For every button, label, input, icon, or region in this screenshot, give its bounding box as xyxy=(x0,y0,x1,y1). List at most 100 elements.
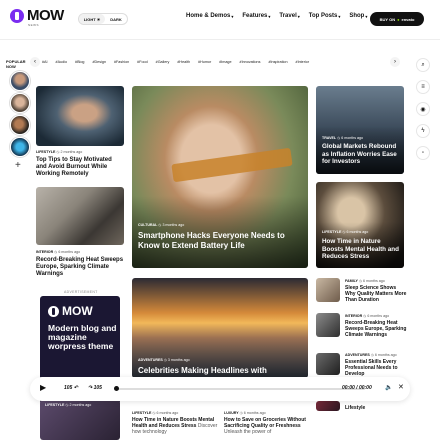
article-category[interactable]: TRAVEL xyxy=(322,136,336,140)
article-category[interactable]: LIFESTYLE xyxy=(36,150,55,154)
nav-label: Top Posts xyxy=(308,13,338,19)
featured-category[interactable]: ADVENTURES xyxy=(138,358,163,362)
tag-link[interactable]: #Gallery xyxy=(156,60,170,64)
close-icon: ✕ xyxy=(398,384,404,391)
chevron-down-icon: ▾ xyxy=(297,13,300,19)
article-category[interactable]: INTERIOR xyxy=(36,250,53,254)
chevron-right-icon: › xyxy=(394,59,396,65)
account-button[interactable]: ◉ xyxy=(416,102,430,116)
light-mode-option[interactable]: LIGHT ☀ xyxy=(79,14,105,24)
logo-mark-icon xyxy=(48,305,59,317)
article-title[interactable]: How to Save on Groceries Without Sacrifi… xyxy=(224,417,310,435)
tag-link[interactable]: #Inspiration xyxy=(268,60,287,64)
article-title[interactable]: How Time in Nature Boosts Mental Health … xyxy=(132,417,218,435)
popular-avatar[interactable] xyxy=(10,71,30,91)
close-player-button[interactable]: ✕ xyxy=(398,383,404,391)
popular-avatar[interactable] xyxy=(10,115,30,135)
site-header: MOW NEWS LIGHT ☀ DARK Home & Demos ▾ Feat… xyxy=(0,0,440,40)
dark-mode-option[interactable]: DARK xyxy=(105,17,127,22)
cart-button[interactable]: ▫ xyxy=(416,146,430,160)
menu-icon: ≡ xyxy=(421,84,425,90)
list-category[interactable]: INTERIOR xyxy=(345,314,362,318)
hero-date: 3 months ago xyxy=(162,223,185,227)
ad-logo: MOW xyxy=(48,304,93,318)
ribbon-decoration xyxy=(171,147,293,183)
cart-icon: ▫ xyxy=(421,150,425,156)
nav-home-demos[interactable]: Home & Demos ▾ xyxy=(186,13,233,19)
nav-top-posts[interactable]: Top Posts ▾ xyxy=(309,13,341,19)
list-meta: FAMILY ◷ 6 months ago xyxy=(345,279,385,283)
skip-back-label: 105 xyxy=(64,385,73,391)
article-image[interactable] xyxy=(36,187,124,245)
article-title[interactable]: Record-Breaking Heat Sweeps Europe, Spar… xyxy=(36,257,124,278)
list-thumb[interactable] xyxy=(316,353,340,375)
add-popular-button[interactable]: + xyxy=(15,160,36,171)
tag-link[interactable]: #Audio xyxy=(56,60,67,64)
logo-mark-icon xyxy=(10,9,24,23)
article-date: 2 months ago xyxy=(60,150,83,154)
tag-link[interactable]: #Blog xyxy=(75,60,84,64)
article-title[interactable]: Global Markets Rebound as Inflation Worr… xyxy=(322,143,402,166)
article-category[interactable]: LUXURY xyxy=(224,411,239,415)
nav-shop[interactable]: Shop ▾ xyxy=(349,13,367,19)
article-title-text: How to Save on Groceries Without Sacrifi… xyxy=(224,417,306,429)
page: MOW NEWS LIGHT ☀ DARK Home & Demos ▾ Feat… xyxy=(0,0,440,440)
list-category[interactable]: FAMILY xyxy=(345,279,358,283)
hero-title[interactable]: Smartphone Hacks Everyone Needs to Know … xyxy=(138,231,288,251)
featured-title[interactable]: Celebrities Making Headlines with xyxy=(138,366,298,376)
chevron-down-icon: ▾ xyxy=(231,13,234,19)
site-logo[interactable]: MOW xyxy=(10,8,64,23)
tag-link[interactable]: #Humor xyxy=(198,60,211,64)
skip-back-button[interactable]: 105 ↶ xyxy=(64,385,78,391)
list-title[interactable]: Lifestyle xyxy=(345,405,407,411)
clock-icon: ◷ xyxy=(163,358,167,362)
list-thumb[interactable] xyxy=(316,401,340,411)
article-title[interactable]: How Time in Nature Boosts Mental Health … xyxy=(322,238,402,261)
search-button[interactable]: ⌕ xyxy=(416,58,430,72)
skip-forward-button[interactable]: ↷ 105 xyxy=(88,385,102,391)
clock-icon: ◷ xyxy=(363,314,367,318)
tag-link[interactable]: #Fashion xyxy=(114,60,129,64)
theme-toggle[interactable]: LIGHT ☀ DARK xyxy=(78,13,128,25)
list-title[interactable]: Sleep Science Shows Why Quality Matters … xyxy=(345,285,407,303)
article-excerpt: Unleash the power of xyxy=(224,429,272,435)
article-category[interactable]: LIFESTYLE xyxy=(45,403,64,407)
list-title[interactable]: Essential Skills Every Professional Need… xyxy=(345,359,407,377)
progress-handle[interactable] xyxy=(114,386,119,391)
tag-bar: #AI #Audio #Blog #Design #Fashion #Food … xyxy=(38,56,402,68)
play-button[interactable]: ▶ xyxy=(40,383,46,392)
article-category[interactable]: LIFESTYLE xyxy=(322,230,341,234)
tag-link[interactable]: #Food xyxy=(137,60,147,64)
popular-avatar[interactable] xyxy=(10,93,30,113)
article-title[interactable]: Top Tips to Stay Motivated and Avoid Bur… xyxy=(36,157,124,178)
featured-article-image[interactable] xyxy=(132,278,308,378)
tag-link[interactable]: #Innovations xyxy=(240,60,261,64)
progress-track[interactable] xyxy=(115,388,365,390)
popular-avatar[interactable] xyxy=(10,137,30,157)
search-icon: ⌕ xyxy=(421,61,425,68)
tag-link[interactable]: #Health xyxy=(177,60,190,64)
menu-button[interactable]: ≡ xyxy=(416,80,430,94)
rewind-icon: ↶ xyxy=(73,385,78,391)
article-meta: LUXURY ◷ 6 months ago xyxy=(224,411,266,415)
volume-button[interactable]: 🔈 xyxy=(385,384,392,391)
flash-button[interactable]: ϟ xyxy=(416,124,430,138)
list-category[interactable]: ADVENTURES xyxy=(345,353,370,357)
nav-travel[interactable]: Travel ▾ xyxy=(279,13,299,19)
list-thumb[interactable] xyxy=(316,313,340,337)
buy-on-envato-button[interactable]: BUY ON ● envato xyxy=(370,12,424,26)
list-meta: ADVENTURES ◷ 6 months ago xyxy=(345,353,397,357)
article-category[interactable]: LIFESTYLE xyxy=(132,411,151,415)
list-thumb[interactable] xyxy=(316,278,340,302)
nav-features[interactable]: Features ▾ xyxy=(242,13,270,19)
volume-icon: 🔈 xyxy=(385,385,393,391)
tag-link[interactable]: #Design xyxy=(92,60,106,64)
list-title[interactable]: Record-Breaking Heat Sweeps Europe, Spar… xyxy=(345,320,407,338)
tag-link[interactable]: #AI xyxy=(42,60,48,64)
tags-next-button[interactable]: › xyxy=(390,57,400,67)
tag-link[interactable]: #Interior xyxy=(296,60,310,64)
article-image[interactable] xyxy=(36,86,124,146)
featured-meta: ADVENTURES ◷ 3 months ago xyxy=(138,358,190,362)
tag-link[interactable]: #Image xyxy=(219,60,231,64)
hero-category[interactable]: CULTURAL xyxy=(138,223,157,227)
